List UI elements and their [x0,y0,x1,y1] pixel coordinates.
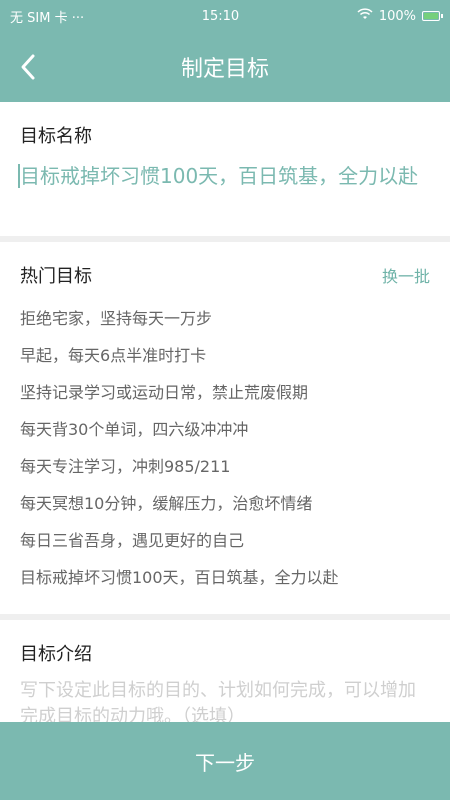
goal-name-label: 目标名称 [20,126,92,147]
hot-goal-item[interactable]: 每天冥想10分钟，缓解压力，治愈坏情绪 [20,485,430,522]
carrier-label: 无 SIM 卡 ··· [10,10,85,26]
page-title: 制定目标 [180,57,269,82]
wifi-icon [357,8,373,24]
status-right: 100% [357,8,443,24]
status-bar: 无 SIM 卡 ··· 15:10 100% [0,0,450,32]
hot-goal-item[interactable]: 目标戒掉坏习惯100天，百日筑基，全力以赴 [20,559,430,596]
hot-goals-header: 热门目标 换一批 [20,262,430,288]
hot-goals-label: 热门目标 [20,266,92,287]
goal-name-value: 目标戒掉坏习惯100天，百日筑基，全力以赴 [20,164,419,188]
text-caret [18,164,20,188]
hot-goal-item[interactable]: 每天背30个单词，四六级冲冲冲 [20,411,430,448]
hot-goal-item[interactable]: 每日三省吾身，遇见更好的自己 [20,522,430,559]
back-chevron-icon [21,54,35,80]
hot-goals-card: 热门目标 换一批 拒绝宅家，坚持每天一万步 早起，每天6点半准时打卡 坚持记录学… [0,242,450,614]
navbar: 制定目标 [0,32,450,102]
time-label: 15:10 [201,8,240,24]
back-button[interactable] [14,53,42,81]
hot-goal-item[interactable]: 拒绝宅家，坚持每天一万步 [20,300,430,337]
refresh-button[interactable]: 换一批 [382,263,430,287]
battery-icon [422,11,443,21]
hot-goals-list: 拒绝宅家，坚持每天一万步 早起，每天6点半准时打卡 坚持记录学习或运动日常，禁止… [20,300,430,596]
goal-name-card: 目标名称 目标戒掉坏习惯100天，百日筑基，全力以赴 [0,102,450,236]
hot-goal-item[interactable]: 坚持记录学习或运动日常，禁止荒废假期 [20,374,430,411]
battery-percent: 100% [378,8,416,24]
next-step-button[interactable]: 下一步 [0,722,450,800]
hot-goal-item[interactable]: 早起，每天6点半准时打卡 [20,337,430,374]
hot-goal-item[interactable]: 每天专注学习，冲刺985/211 [20,448,430,485]
goal-intro-label: 目标介绍 [20,644,92,665]
goal-name-input[interactable]: 目标戒掉坏习惯100天，百日筑基，全力以赴 [18,162,430,190]
